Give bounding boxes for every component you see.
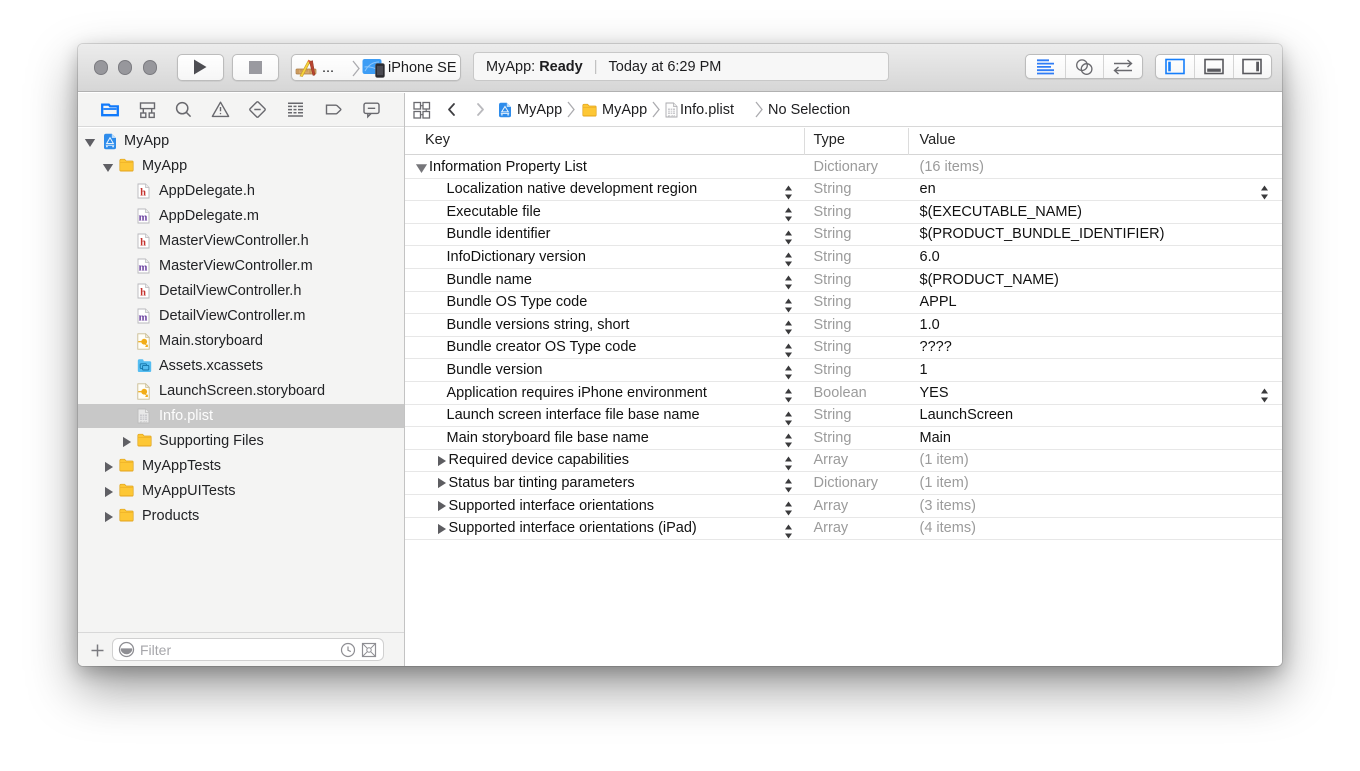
svg-text:m: m	[139, 312, 148, 323]
svg-text:PLIST: PLIST	[140, 419, 148, 423]
svg-text:h: h	[140, 287, 146, 298]
svg-text:m: m	[139, 212, 148, 223]
svg-text:m: m	[139, 262, 148, 273]
svg-text:h: h	[140, 237, 146, 248]
svg-text:PLIST: PLIST	[668, 113, 676, 117]
svg-text:h: h	[140, 187, 146, 198]
